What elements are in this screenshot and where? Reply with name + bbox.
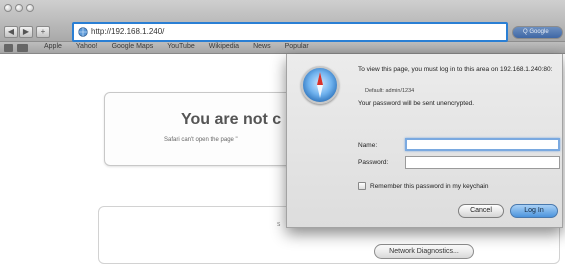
error-title: You are not c (181, 111, 282, 128)
password-label: Password: (358, 159, 389, 166)
top-sites-grid-icon[interactable] (17, 44, 28, 52)
remember-label: Remember this password in my keychain (370, 182, 489, 190)
error-subtitle: Safari can't open the page " (164, 137, 238, 143)
back-arrow-icon: ◀ (7, 27, 15, 36)
globe-icon (78, 27, 88, 37)
forward-arrow-icon: ▶ (22, 27, 30, 36)
bookmark-item[interactable]: News (253, 43, 271, 50)
search-field[interactable]: Q Google (512, 26, 563, 39)
zoom-window-button[interactable] (26, 4, 34, 12)
bookmark-item[interactable]: Wikipedia (209, 43, 239, 50)
browser-toolbar: ◀ ▶ + http://192.168.1.240/ Q Google (0, 0, 565, 42)
bookmark-item[interactable]: YouTube (167, 43, 195, 50)
address-bar[interactable]: http://192.168.1.240/ (72, 22, 508, 42)
url-text[interactable]: http://192.168.1.240/ (91, 27, 164, 36)
bookmark-links: Apple Yahoo! Google Maps YouTube Wikiped… (44, 43, 309, 50)
safari-compass-icon (301, 66, 339, 104)
bookmarks-book-icon[interactable] (4, 44, 13, 52)
add-bookmark-button[interactable]: + (36, 26, 50, 38)
cancel-button[interactable]: Cancel (458, 204, 504, 218)
auth-message: To view this page, you must log in to th… (358, 66, 553, 73)
bookmark-item[interactable]: Google Maps (112, 43, 154, 50)
compass-needle-icon (317, 72, 323, 98)
search-placeholder: Q Google (523, 29, 549, 35)
plus-icon: + (40, 27, 46, 36)
window-controls (4, 4, 34, 12)
name-field[interactable] (405, 138, 560, 151)
bookmarks-bar: Apple Yahoo! Google Maps YouTube Wikiped… (0, 42, 565, 54)
back-button[interactable]: ◀ (4, 26, 18, 38)
bookmark-item[interactable]: Popular (285, 43, 309, 50)
forward-button[interactable]: ▶ (19, 26, 33, 38)
password-field[interactable] (405, 156, 560, 169)
auth-warning: Your password will be sent unencrypted. (358, 100, 475, 107)
close-window-button[interactable] (4, 4, 12, 12)
auth-realm: Default: admin/1234 (365, 88, 415, 94)
bookmark-item[interactable]: Yahoo! (76, 43, 98, 50)
log-in-button[interactable]: Log In (510, 204, 558, 218)
bookmark-item[interactable]: Apple (44, 43, 62, 50)
authentication-dialog: To view this page, you must log in to th… (286, 54, 563, 228)
diagnostics-text: S (277, 222, 281, 228)
minimize-window-button[interactable] (15, 4, 23, 12)
network-diagnostics-button[interactable]: Network Diagnostics... (374, 244, 474, 259)
remember-password-option[interactable]: Remember this password in my keychain (358, 182, 489, 190)
name-label: Name: (358, 142, 378, 149)
remember-checkbox[interactable] (358, 182, 366, 190)
